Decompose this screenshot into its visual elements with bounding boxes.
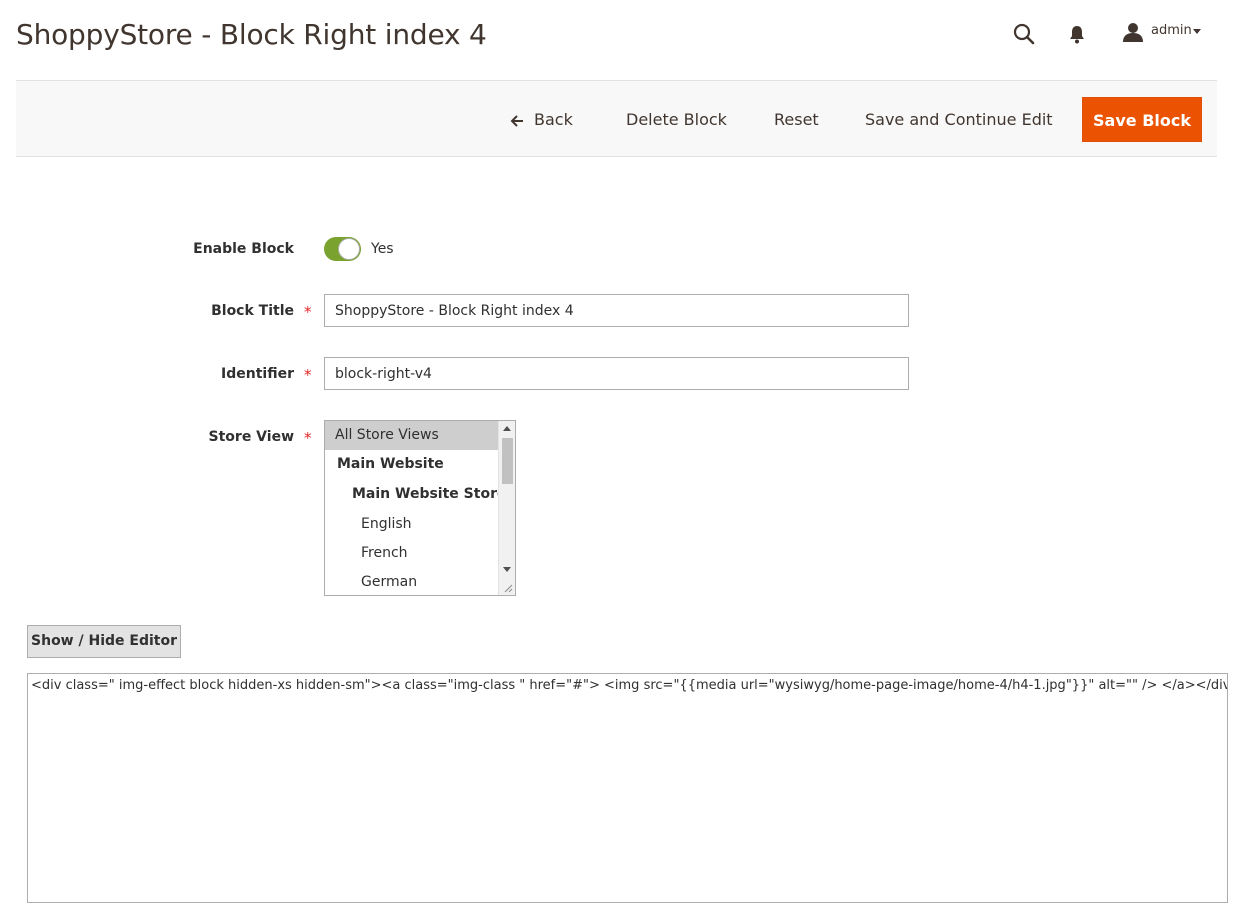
enable-block-value: Yes bbox=[371, 241, 394, 257]
resize-handle-icon[interactable] bbox=[504, 584, 513, 593]
toggle-knob bbox=[338, 238, 360, 260]
required-marker: * bbox=[304, 366, 312, 384]
page-header: ShoppyStore - Block Right index 4 admin bbox=[0, 0, 1247, 80]
store-view-option[interactable]: German bbox=[325, 568, 499, 595]
store-view-label: Store View bbox=[208, 429, 294, 445]
reset-button[interactable]: Reset bbox=[768, 97, 825, 142]
save-and-continue-button[interactable]: Save and Continue Edit bbox=[859, 97, 1059, 142]
page-actions-toolbar: Back Delete Block Reset Save and Continu… bbox=[16, 80, 1217, 157]
chevron-down-icon[interactable] bbox=[1193, 29, 1201, 34]
admin-user-label[interactable]: admin bbox=[1151, 23, 1192, 38]
store-view-option[interactable]: English bbox=[325, 510, 499, 539]
block-title-input[interactable] bbox=[324, 294, 909, 327]
store-view-multiselect[interactable]: All Store Views Main Website Main Websit… bbox=[324, 420, 516, 596]
back-label: Back bbox=[534, 110, 573, 129]
delete-block-button[interactable]: Delete Block bbox=[620, 97, 733, 142]
bell-icon[interactable] bbox=[1068, 24, 1086, 48]
search-icon[interactable] bbox=[1012, 22, 1036, 50]
scroll-up-icon[interactable] bbox=[503, 426, 511, 431]
identifier-input[interactable] bbox=[324, 357, 909, 390]
store-view-option[interactable]: French bbox=[325, 539, 499, 568]
back-button[interactable]: Back bbox=[504, 97, 579, 142]
content-editor-textarea[interactable]: <div class=" img-effect block hidden-xs … bbox=[27, 673, 1228, 903]
enable-block-toggle[interactable] bbox=[324, 237, 361, 261]
block-title-label: Block Title bbox=[211, 303, 294, 319]
required-marker: * bbox=[304, 429, 312, 447]
store-view-option[interactable]: Main Website Store bbox=[325, 480, 506, 509]
show-hide-editor-button[interactable]: Show / Hide Editor bbox=[27, 625, 181, 658]
scrollbar[interactable] bbox=[498, 421, 515, 595]
store-view-option[interactable]: All Store Views bbox=[325, 421, 499, 450]
scrollbar-thumb[interactable] bbox=[502, 438, 513, 484]
arrow-left-icon bbox=[510, 97, 524, 142]
store-view-option[interactable]: Main Website bbox=[325, 450, 499, 479]
scroll-down-icon[interactable] bbox=[503, 567, 511, 572]
enable-block-label: Enable Block bbox=[193, 241, 294, 257]
user-icon[interactable] bbox=[1122, 22, 1144, 46]
required-marker: * bbox=[304, 303, 312, 321]
page-title: ShoppyStore - Block Right index 4 bbox=[16, 18, 487, 51]
identifier-label: Identifier bbox=[221, 366, 294, 382]
save-block-button[interactable]: Save Block bbox=[1082, 97, 1202, 142]
